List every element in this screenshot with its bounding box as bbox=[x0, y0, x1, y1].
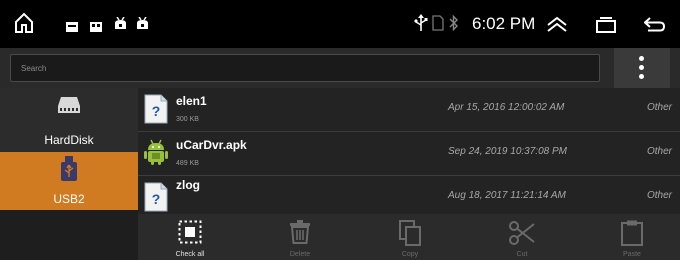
notification-icon bbox=[66, 19, 78, 37]
sidebar-item-label: HardDisk bbox=[44, 133, 94, 147]
cut-button[interactable]: Cut bbox=[482, 214, 562, 260]
sidebar-item-harddisk[interactable]: HardDisk bbox=[0, 88, 138, 152]
cut-label: Cut bbox=[516, 251, 528, 258]
file-date: Apr 15, 2016 12:00:02 AM bbox=[448, 102, 565, 113]
clipboard-icon bbox=[592, 220, 672, 246]
unknown-file-icon: ? bbox=[144, 182, 168, 217]
expand-icon[interactable] bbox=[546, 16, 568, 37]
action-toolbar: Check all Delete Copy Cut Paste bbox=[138, 214, 680, 260]
sidebar-item-usb2[interactable]: USB2 bbox=[0, 152, 138, 210]
search-input[interactable] bbox=[11, 55, 599, 81]
file-type: Other bbox=[646, 146, 672, 157]
file-name: zlog bbox=[176, 178, 200, 192]
android-debug-icon bbox=[114, 16, 127, 35]
scissors-icon bbox=[482, 220, 562, 246]
sidebar-item-label: USB2 bbox=[53, 192, 85, 206]
file-row[interactable]: uCarDvr.apk 489 KB Sep 24, 2019 10:37:08… bbox=[138, 132, 680, 176]
android-apk-icon bbox=[144, 138, 168, 171]
home-icon[interactable] bbox=[14, 12, 34, 39]
usb-drive-icon bbox=[60, 156, 78, 187]
delete-label: Delete bbox=[289, 251, 311, 258]
paste-button[interactable]: Paste bbox=[592, 214, 672, 260]
select-all-icon bbox=[150, 220, 230, 244]
sidebar: HardDisk USB2 bbox=[0, 88, 138, 260]
file-size: 489 KB bbox=[176, 160, 199, 167]
bluetooth-icon bbox=[448, 14, 459, 37]
recent-apps-icon[interactable] bbox=[596, 17, 616, 38]
file-size: 300 KB bbox=[176, 116, 199, 123]
search-bar bbox=[0, 48, 680, 88]
notification-icon bbox=[90, 19, 102, 37]
svg-text:?: ? bbox=[152, 191, 161, 207]
file-list: ? elen1 300 KB Apr 15, 2016 12:00:02 AM … bbox=[138, 88, 680, 214]
copy-button[interactable]: Copy bbox=[370, 214, 450, 260]
search-field[interactable] bbox=[10, 54, 600, 82]
check-all-label: Check all bbox=[175, 251, 205, 258]
file-row[interactable]: ? zlog Aug 18, 2017 11:21:14 AM Other bbox=[138, 176, 680, 214]
trash-icon bbox=[260, 220, 340, 244]
file-type: Other bbox=[646, 190, 672, 201]
file-type: Other bbox=[646, 102, 672, 113]
back-icon[interactable] bbox=[643, 16, 666, 37]
status-bar: 6:02 PM bbox=[0, 0, 680, 48]
sidebar-empty-area bbox=[0, 210, 138, 260]
paste-label: Paste bbox=[623, 251, 641, 258]
file-name: elen1 bbox=[176, 94, 207, 108]
file-row[interactable]: ? elen1 300 KB Apr 15, 2016 12:00:02 AM … bbox=[138, 88, 680, 132]
delete-button[interactable]: Delete bbox=[260, 214, 340, 260]
status-time: 6:02 PM bbox=[472, 14, 536, 33]
overflow-menu-button[interactable] bbox=[614, 48, 670, 88]
svg-text:?: ? bbox=[152, 103, 161, 119]
file-date: Aug 18, 2017 11:21:14 AM bbox=[448, 190, 566, 201]
file-name: uCarDvr.apk bbox=[176, 138, 247, 152]
hard-disk-icon bbox=[57, 96, 81, 119]
android-debug-icon bbox=[136, 16, 149, 35]
usb-icon bbox=[414, 14, 428, 37]
copy-icon bbox=[370, 220, 450, 246]
file-date: Sep 24, 2019 10:37:08 PM bbox=[448, 146, 567, 157]
check-all-button[interactable]: Check all bbox=[150, 214, 230, 260]
sim-icon bbox=[432, 15, 444, 36]
unknown-file-icon: ? bbox=[144, 94, 168, 129]
copy-label: Copy bbox=[401, 251, 419, 258]
